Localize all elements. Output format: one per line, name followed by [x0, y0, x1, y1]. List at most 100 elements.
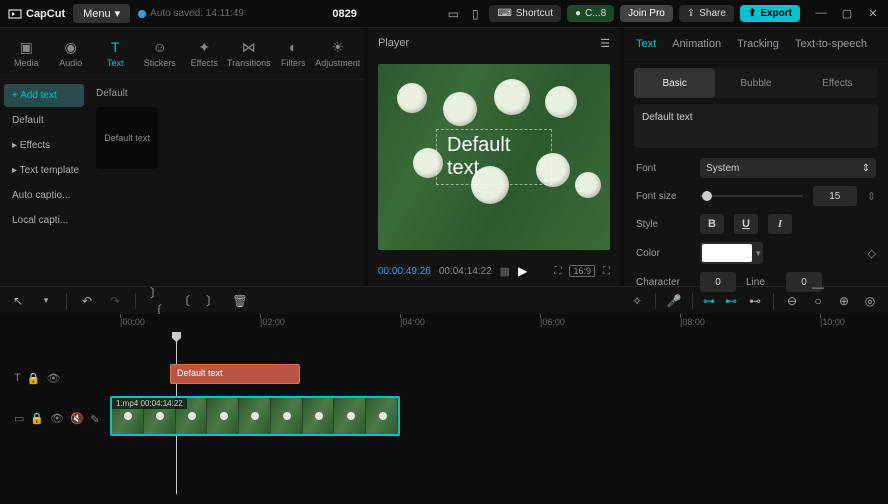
- window-close-icon[interactable]: ✕: [866, 7, 880, 20]
- eye-icon[interactable]: 👁: [46, 372, 60, 385]
- font-label: Font: [636, 163, 690, 174]
- tab-transitions[interactable]: ⋈Transitions: [228, 39, 270, 68]
- autosave-dot-icon: [138, 10, 146, 18]
- sidebar-item-default[interactable]: Default: [4, 109, 84, 132]
- color-picker[interactable]: ▾: [700, 242, 763, 264]
- fontsize-slider[interactable]: [700, 186, 803, 206]
- aspect-ratio[interactable]: 16:9: [569, 265, 595, 277]
- font-select[interactable]: System⇕: [700, 158, 876, 178]
- subtab-bubble[interactable]: Bubble: [715, 68, 796, 98]
- tab-adjustment[interactable]: ☀Adjustment: [317, 39, 359, 68]
- stepper-icon[interactable]: ⇕: [867, 190, 876, 203]
- share-button[interactable]: ⇪ Share: [679, 5, 734, 22]
- layout-icon[interactable]: ▭: [445, 7, 461, 21]
- subtab-effects[interactable]: Effects: [797, 68, 878, 98]
- track-text: T 🔒 👁 Default text: [0, 364, 888, 392]
- ruler-tick: |04:00: [400, 317, 425, 327]
- player-menu-icon[interactable]: ☰: [600, 37, 610, 50]
- trim-left-icon[interactable]: 〔: [176, 292, 192, 309]
- autocut-icon[interactable]: ✧: [629, 294, 645, 308]
- user-badge[interactable]: ● C...8: [567, 5, 614, 22]
- tab-audio[interactable]: ◉Audio: [50, 39, 92, 68]
- text-track-icon: T: [14, 372, 21, 385]
- audio-icon: ◉: [63, 39, 79, 55]
- player-panel: Player☰ Default text 00:00:49:26 00:04:1…: [368, 28, 620, 286]
- tab-stickers[interactable]: ☺Stickers: [139, 39, 181, 68]
- zoom-fit-icon[interactable]: ◎: [862, 294, 878, 308]
- inspector-tab-animation[interactable]: Animation: [672, 30, 721, 58]
- inspector-tab-text[interactable]: Text: [636, 30, 656, 58]
- italic-button[interactable]: I: [768, 214, 792, 234]
- subtab-basic[interactable]: Basic: [634, 68, 715, 98]
- play-button[interactable]: ▶: [518, 264, 527, 278]
- titlebar: CapCut Menu ▾ Auto saved: 14:11:49 0829 …: [0, 0, 888, 28]
- zoom-in-icon[interactable]: ⊕: [836, 294, 852, 308]
- clip-label: 1.mp4 00:04:14:22: [112, 398, 187, 409]
- shortcut-button[interactable]: ⌨ Shortcut: [489, 5, 561, 22]
- tab-filters[interactable]: ◐Filters: [272, 39, 314, 68]
- eye-icon[interactable]: 👁: [50, 412, 64, 425]
- fontsize-value[interactable]: 15: [813, 186, 857, 206]
- snap-icon[interactable]: ⊶: [703, 294, 715, 308]
- sidebar-item-template[interactable]: ▸ Text template: [4, 159, 84, 182]
- track-video: ▭🔒👁🔇 ✎ 1.mp4 00:04:14:22: [0, 396, 888, 440]
- redo-icon[interactable]: ↷: [107, 294, 123, 308]
- pointer-icon[interactable]: ↖: [10, 294, 26, 308]
- ruler-tick: |10:00: [820, 317, 845, 327]
- delete-icon[interactable]: 🗑: [232, 294, 248, 308]
- lock-icon[interactable]: 🔒: [27, 372, 41, 385]
- trim-right-icon[interactable]: 〕: [204, 292, 220, 309]
- chevron-down-icon[interactable]: ▾: [38, 295, 54, 306]
- join-pro-button[interactable]: Join Pro: [620, 5, 673, 22]
- app-logo: CapCut: [8, 7, 65, 21]
- split-icon[interactable]: 〕〔: [148, 284, 164, 318]
- layout2-icon[interactable]: ▯: [467, 7, 483, 21]
- sidebar-item-autocaption[interactable]: Auto captio...: [4, 184, 84, 207]
- inspector-tab-tts[interactable]: Text-to-speech: [795, 30, 867, 58]
- logo-icon: [8, 7, 22, 21]
- lock-icon[interactable]: 🔒: [30, 412, 44, 425]
- sidebar-item-localcaption[interactable]: Local capti...: [4, 209, 84, 232]
- text-overlay[interactable]: Default text: [436, 129, 552, 185]
- undo-icon[interactable]: ↶: [79, 294, 95, 308]
- timeline[interactable]: |00:00|02:00|04:00|06:00|08:00|10:00 T🔒👁…: [0, 314, 888, 504]
- time-total: 00:04:14:22: [439, 266, 492, 277]
- preset-default-text[interactable]: Default text: [96, 107, 158, 169]
- underline-button[interactable]: U: [734, 214, 758, 234]
- export-button[interactable]: ⬆ Export: [740, 5, 800, 22]
- text-presets: Default Default text: [88, 80, 364, 286]
- tab-text[interactable]: TText: [94, 39, 136, 68]
- project-title: 0829: [252, 8, 437, 20]
- ruler-tick: |02:00: [260, 317, 285, 327]
- tab-effects[interactable]: ✦Effects: [183, 39, 225, 68]
- transitions-icon: ⋈: [241, 39, 257, 55]
- text-input[interactable]: Default text: [634, 104, 878, 148]
- timeline-ruler[interactable]: |00:00|02:00|04:00|06:00|08:00|10:00: [110, 314, 888, 334]
- tab-media[interactable]: ▣Media: [5, 39, 47, 68]
- video-clip[interactable]: 1.mp4 00:04:14:22: [110, 396, 400, 436]
- sidebar-item-addtext[interactable]: + Add text: [4, 84, 84, 107]
- chevron-down-icon: ▾: [115, 7, 121, 20]
- fontsize-label: Font size: [636, 191, 690, 202]
- window-maximize-icon[interactable]: ▢: [840, 7, 854, 20]
- pencil-icon[interactable]: ✎: [90, 413, 99, 426]
- player-title: Player: [378, 37, 409, 49]
- grid-icon[interactable]: ▦: [500, 265, 510, 278]
- window-minimize-icon[interactable]: —: [814, 7, 828, 20]
- zoom-out-icon[interactable]: ⊖: [784, 294, 800, 308]
- mic-icon[interactable]: 🎤: [666, 294, 682, 308]
- keyframe-icon[interactable]: ◇: [868, 247, 876, 260]
- scale-icon[interactable]: ⛶: [554, 266, 561, 277]
- link-icon[interactable]: ⊷: [725, 294, 737, 308]
- menu-button[interactable]: Menu ▾: [73, 4, 130, 23]
- fullscreen-icon[interactable]: ⛶: [603, 266, 610, 277]
- filters-icon: ◐: [285, 39, 301, 55]
- preview-snap-icon[interactable]: ⊷: [747, 294, 763, 308]
- player-viewport[interactable]: Default text: [378, 64, 610, 250]
- adjustment-icon: ☀: [330, 39, 346, 55]
- stickers-icon: ☺: [152, 39, 168, 55]
- text-clip[interactable]: Default text: [170, 364, 300, 384]
- inspector-tab-tracking[interactable]: Tracking: [737, 30, 779, 58]
- sidebar-item-effects[interactable]: ▸ Effects: [4, 134, 84, 157]
- bold-button[interactable]: B: [700, 214, 724, 234]
